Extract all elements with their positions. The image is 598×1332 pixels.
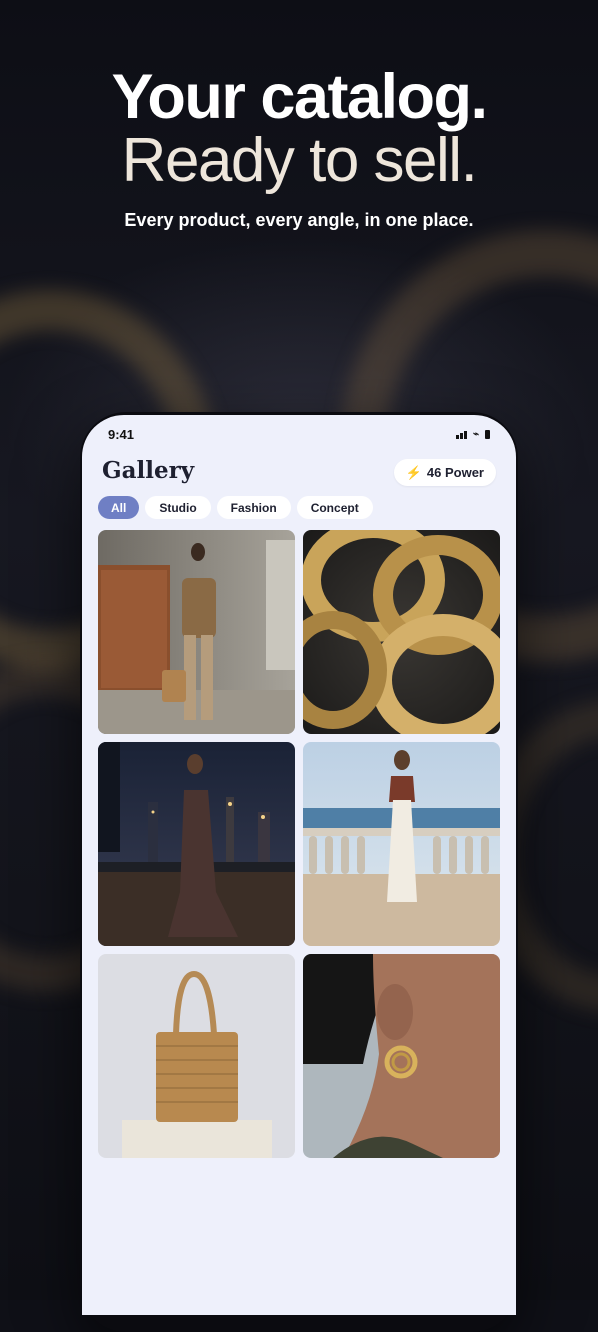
photo-gold-hoop-earring [303,954,500,1158]
photo-woven-tote-bag [98,954,295,1158]
power-label: 46 Power [426,465,484,480]
filter-chip-all[interactable]: All [98,496,140,519]
photo-gold-ring-links [303,530,500,734]
gallery-item-gold-ring-links[interactable] [303,530,500,734]
photo-white-dress-terrace [303,742,500,946]
filter-chips: All Studio Fashion Concept [98,496,373,519]
photo-suede-suit-model [98,530,295,734]
power-credits-badge[interactable]: ⚡ 46 Power [393,459,496,486]
battery-icon [485,430,490,439]
filter-chip-fashion[interactable]: Fashion [216,496,291,519]
status-time: 9:41 [108,427,135,442]
phone-screen: 9:41 ⌁ Gallery ⚡ 46 Power All Studio Fas… [82,415,516,1315]
gallery-item-gold-hoop-earring[interactable] [303,954,500,1158]
filter-chip-concept[interactable]: Concept [296,496,373,519]
lightning-icon: ⚡ [405,464,422,480]
gallery-item-slip-dress-city-night[interactable] [98,742,295,946]
photo-slip-dress-city-night [98,742,295,946]
gallery-item-white-dress-terrace[interactable] [303,742,500,946]
status-bar: 9:41 ⌁ [82,415,516,455]
cellular-signal-icon [455,430,467,439]
gallery-item-woven-tote-bag[interactable] [98,954,295,1158]
hero: Your catalog. Ready to sell. Every produ… [0,62,598,231]
gallery-grid [98,530,500,1158]
hero-subtitle: Every product, every angle, in one place… [124,210,474,230]
hero-headline-secondary: Ready to sell. [121,126,478,195]
wifi-icon: ⌁ [472,429,479,440]
gallery-item-suede-suit-model[interactable] [98,530,295,734]
hero-headline: Your catalog. [111,62,488,132]
filter-chip-studio[interactable]: Studio [145,496,211,519]
page-title: Gallery [102,457,195,484]
status-icons: ⌁ [455,429,490,440]
